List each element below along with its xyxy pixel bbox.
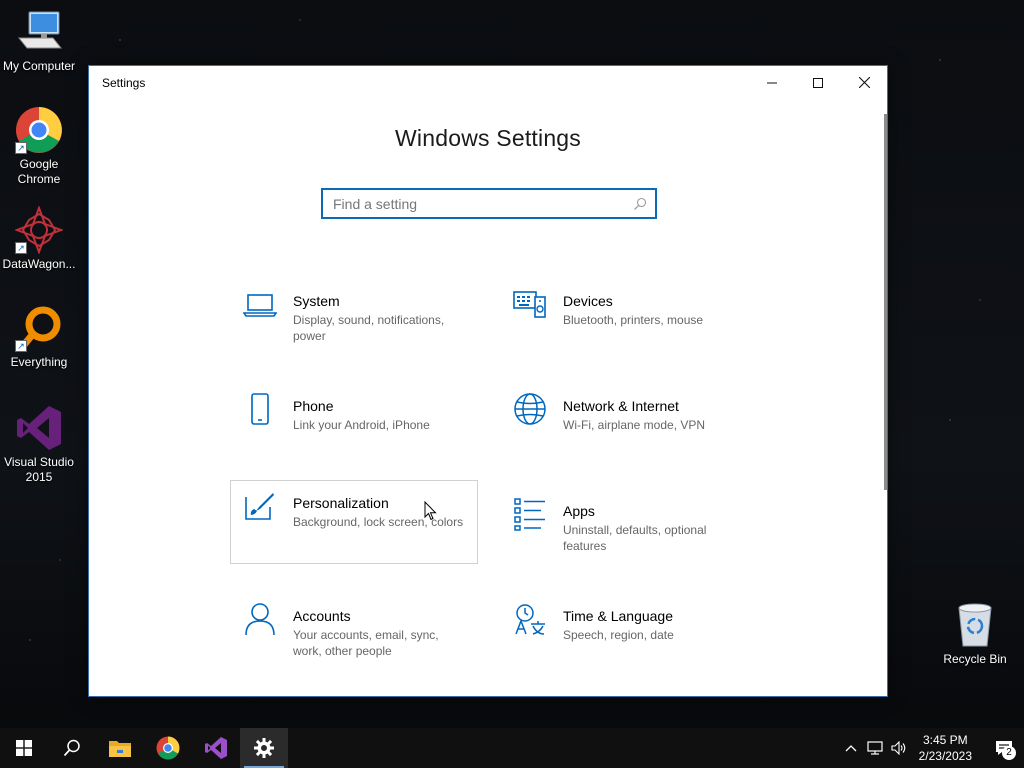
desktop-icon-label: Everything — [10, 355, 68, 369]
time-language-icon — [515, 604, 545, 635]
category-description: Bluetooth, printers, mouse — [563, 313, 704, 327]
network-icon — [867, 741, 883, 755]
category-description: Background, lock screen, colors — [293, 515, 464, 529]
minimize-icon — [767, 82, 777, 83]
settings-window: Settings Windows Settings System Display… — [88, 65, 888, 697]
person-icon — [245, 603, 275, 636]
category-name: Network & Internet — [563, 398, 679, 414]
category-time-language[interactable]: Time & Language Speech, region, date — [500, 593, 748, 677]
taskbar-chrome[interactable] — [144, 728, 192, 768]
globe-icon — [514, 393, 546, 425]
chevron-up-icon — [845, 745, 857, 752]
network-button[interactable] — [863, 728, 887, 768]
shortcut-arrow-icon: ↗ — [15, 242, 27, 254]
scrollbar[interactable] — [884, 114, 887, 490]
category-name: Time & Language — [563, 608, 673, 624]
laptop-icon — [243, 294, 277, 317]
system-tray: 3:45 PM 2/23/2023 2 — [839, 728, 1024, 768]
category-name: Accounts — [293, 608, 351, 624]
clock-date: 2/23/2023 — [918, 749, 972, 763]
recycle-bin-label: Recycle Bin — [943, 652, 1007, 666]
maximize-button[interactable] — [795, 66, 841, 99]
minimize-button[interactable] — [749, 66, 795, 99]
page-title: Windows Settings — [395, 125, 581, 151]
paint-brush-icon — [245, 493, 274, 520]
chrome-icon: ↗ — [15, 106, 63, 154]
category-description: Link your Android, iPhone — [293, 418, 430, 432]
maximize-icon — [813, 77, 823, 88]
mouse-cursor-icon — [424, 501, 437, 521]
desktop-icon-recycle-bin[interactable]: Recycle Bin — [938, 600, 1012, 666]
volume-icon — [891, 741, 905, 755]
desktop-icon-visual-studio[interactable]: Visual Studio 2015 — [0, 404, 78, 485]
taskbar-clock[interactable]: 3:45 PM 2/23/2023 — [911, 732, 984, 764]
category-description: Wi-Fi, airplane mode, VPN — [563, 418, 706, 432]
search-icon — [63, 739, 80, 757]
category-description: Your accounts, email, sync, work, other … — [293, 628, 439, 658]
taskbar-file-explorer[interactable] — [96, 728, 144, 768]
chrome-icon — [156, 736, 180, 760]
category-description: Display, sound, notifications, power — [293, 313, 445, 343]
settings-gear-icon — [254, 738, 274, 758]
datawagon-icon: ↗ — [14, 205, 64, 255]
visual-studio-icon — [15, 404, 63, 452]
category-name: Apps — [563, 503, 595, 519]
phone-icon — [251, 393, 269, 425]
file-explorer-icon — [109, 741, 131, 757]
desktop-icon-label: Visual Studio 2015 — [4, 455, 74, 484]
clock-time: 3:45 PM — [922, 733, 968, 747]
notification-count-badge: 2 — [1002, 746, 1016, 760]
show-hidden-icons-button[interactable] — [839, 728, 863, 768]
taskbar-search-button[interactable] — [48, 728, 96, 768]
category-apps[interactable]: Apps Uninstall, defaults, optional featu… — [500, 488, 748, 572]
category-name: Personalization — [293, 495, 389, 511]
desktop-icon-label: Google Chrome — [17, 157, 61, 186]
windows-start-icon — [16, 740, 32, 756]
title-bar[interactable]: Settings — [89, 66, 887, 99]
apps-list-icon — [514, 498, 545, 531]
desktop-icon-my-computer[interactable]: My Computer — [0, 8, 78, 74]
start-button[interactable] — [0, 728, 48, 768]
shortcut-arrow-icon: ↗ — [15, 142, 27, 154]
category-devices[interactable]: Devices Bluetooth, printers, mouse — [500, 278, 748, 362]
category-description: Uninstall, defaults, optional features — [563, 523, 707, 553]
close-button[interactable] — [841, 66, 887, 99]
keyboard-speaker-icon — [513, 291, 546, 318]
category-name: Phone — [293, 398, 334, 414]
action-center-button[interactable]: 2 — [984, 728, 1024, 768]
taskbar-visual-studio[interactable] — [192, 728, 240, 768]
recycle-bin-icon — [958, 603, 992, 647]
category-name: Devices — [563, 293, 613, 309]
search-icon[interactable] — [633, 197, 647, 211]
category-personalization[interactable]: Personalization Background, lock screen,… — [230, 480, 478, 564]
category-network-internet[interactable]: Network & Internet Wi-Fi, airplane mode,… — [500, 383, 748, 467]
desktop-icon-datawagon[interactable]: ↗ DataWagon... — [0, 205, 78, 272]
category-phone[interactable]: Phone Link your Android, iPhone — [230, 383, 478, 467]
search-box[interactable] — [321, 188, 657, 219]
category-description: Speech, region, date — [563, 628, 674, 642]
desktop-icon-everything[interactable]: ↗ Everything — [0, 304, 78, 370]
category-name: System — [293, 293, 340, 309]
visual-studio-icon — [205, 737, 227, 759]
category-accounts[interactable]: Accounts Your accounts, email, sync, wor… — [230, 593, 478, 677]
desktop-icon-label: DataWagon... — [2, 257, 76, 271]
shortcut-arrow-icon: ↗ — [15, 340, 27, 352]
close-icon — [858, 77, 870, 88]
taskbar-settings[interactable] — [240, 728, 288, 768]
volume-button[interactable] — [887, 728, 911, 768]
window-title: Settings — [102, 75, 146, 90]
desktop-icon-google-chrome[interactable]: ↗ Google Chrome — [0, 106, 78, 187]
everything-icon: ↗ — [15, 304, 63, 352]
computer-icon — [15, 8, 63, 56]
category-system[interactable]: System Display, sound, notifications, po… — [230, 278, 478, 362]
search-input[interactable] — [333, 195, 633, 212]
taskbar: 3:45 PM 2/23/2023 2 — [0, 728, 1024, 768]
desktop-icon-label: My Computer — [2, 59, 76, 73]
